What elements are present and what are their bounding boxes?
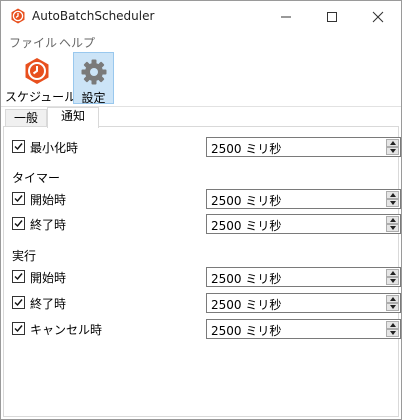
- close-button[interactable]: [355, 1, 401, 32]
- check-icon: [14, 299, 23, 307]
- minimize-duration-value[interactable]: 2500 ミリ秒: [211, 140, 281, 157]
- menu-help[interactable]: ヘルプ: [59, 34, 95, 51]
- spin-buttons: [386, 191, 399, 207]
- menu-bar: ファイル ヘルプ: [1, 32, 401, 51]
- check-icon: [14, 325, 23, 333]
- arrow-down-icon: [390, 279, 396, 283]
- exec-section-title: 実行: [12, 249, 37, 263]
- check-icon: [14, 220, 23, 228]
- clock-icon: [23, 57, 51, 85]
- tab-general[interactable]: 一般: [5, 109, 47, 127]
- spin-down-button[interactable]: [386, 199, 399, 207]
- arrow-down-icon: [390, 201, 396, 205]
- minimize-checkbox[interactable]: [12, 140, 25, 153]
- spin-down-button[interactable]: [386, 303, 399, 311]
- arrow-up-icon: [390, 323, 396, 327]
- arrow-down-icon: [390, 305, 396, 309]
- spin-down-button[interactable]: [386, 277, 399, 285]
- spin-up-button[interactable]: [386, 321, 399, 329]
- minimize-icon: [281, 16, 291, 18]
- window-title: AutoBatchScheduler: [32, 9, 155, 23]
- spin-buttons: [386, 139, 399, 155]
- minimize-button[interactable]: [263, 1, 309, 32]
- spin-up-button[interactable]: [386, 216, 399, 224]
- tab-strip: 一般 通知: [1, 107, 401, 128]
- exec-cancel-checkbox[interactable]: [12, 322, 25, 335]
- spin-up-button[interactable]: [386, 139, 399, 147]
- spin-down-button[interactable]: [386, 224, 399, 232]
- settings-button[interactable]: 設定: [73, 52, 114, 105]
- spin-buttons: [386, 295, 399, 311]
- timer-end-row: 終了時 2500 ミリ秒: [12, 214, 401, 234]
- timer-end-duration-value[interactable]: 2500 ミリ秒: [211, 217, 281, 234]
- gear-icon: [80, 58, 108, 86]
- spin-down-button[interactable]: [386, 329, 399, 337]
- exec-start-label: 開始時: [30, 271, 67, 285]
- arrow-down-icon: [390, 226, 396, 230]
- timer-start-duration-value[interactable]: 2500 ミリ秒: [211, 192, 281, 209]
- title-bar: AutoBatchScheduler: [1, 1, 401, 32]
- arrow-down-icon: [390, 149, 396, 153]
- timer-start-row: 開始時 2500 ミリ秒: [12, 189, 401, 209]
- close-icon: [372, 11, 384, 23]
- timer-section-title: タイマー: [12, 171, 61, 185]
- exec-end-row: 終了時 2500 ミリ秒: [12, 293, 401, 313]
- arrow-up-icon: [390, 193, 396, 197]
- maximize-icon: [327, 12, 337, 22]
- spin-up-button[interactable]: [386, 191, 399, 199]
- exec-end-label: 終了時: [30, 297, 67, 311]
- exec-cancel-row: キャンセル時 2500 ミリ秒: [12, 319, 401, 339]
- arrow-down-icon: [390, 331, 396, 335]
- timer-end-checkbox[interactable]: [12, 217, 25, 230]
- spin-buttons: [386, 269, 399, 285]
- arrow-up-icon: [390, 141, 396, 145]
- exec-start-duration-stepper[interactable]: 2500 ミリ秒: [206, 267, 401, 287]
- schedule-button[interactable]: スケジュール: [5, 52, 77, 104]
- minimize-row: 最小化時 2500 ミリ秒: [12, 137, 401, 157]
- exec-cancel-duration-stepper[interactable]: 2500 ミリ秒: [206, 319, 401, 339]
- timer-end-duration-stepper[interactable]: 2500 ミリ秒: [206, 214, 401, 234]
- timer-start-duration-stepper[interactable]: 2500 ミリ秒: [206, 189, 401, 209]
- exec-end-duration-stepper[interactable]: 2500 ミリ秒: [206, 293, 401, 313]
- spin-buttons: [386, 216, 399, 232]
- check-icon: [14, 143, 23, 151]
- timer-end-label: 終了時: [30, 218, 67, 232]
- menu-file[interactable]: ファイル: [9, 34, 57, 51]
- arrow-up-icon: [390, 271, 396, 275]
- exec-cancel-label: キャンセル時: [30, 323, 103, 337]
- exec-end-duration-value[interactable]: 2500 ミリ秒: [211, 296, 281, 313]
- schedule-label: スケジュール: [5, 90, 77, 104]
- app-window: AutoBatchScheduler ファイル ヘルプ スケジュール 設定 一般…: [0, 0, 402, 420]
- arrow-up-icon: [390, 218, 396, 222]
- exec-cancel-duration-value[interactable]: 2500 ミリ秒: [211, 322, 281, 339]
- timer-start-label: 開始時: [30, 193, 67, 207]
- spin-down-button[interactable]: [386, 147, 399, 155]
- arrow-up-icon: [390, 297, 396, 301]
- maximize-button[interactable]: [309, 1, 355, 32]
- app-clock-icon: [10, 8, 26, 24]
- check-icon: [14, 273, 23, 281]
- notify-panel: 最小化時 2500 ミリ秒 タイマー 開始時 2500 ミリ秒 終了時 2500…: [3, 126, 401, 417]
- timer-start-checkbox[interactable]: [12, 192, 25, 205]
- exec-end-checkbox[interactable]: [12, 296, 25, 309]
- check-icon: [14, 195, 23, 203]
- exec-start-duration-value[interactable]: 2500 ミリ秒: [211, 270, 281, 287]
- spin-buttons: [386, 321, 399, 337]
- spin-up-button[interactable]: [386, 269, 399, 277]
- spin-up-button[interactable]: [386, 295, 399, 303]
- settings-label: 設定: [81, 91, 106, 105]
- toolbar: スケジュール 設定: [1, 51, 401, 107]
- exec-start-row: 開始時 2500 ミリ秒: [12, 267, 401, 287]
- minimize-duration-stepper[interactable]: 2500 ミリ秒: [206, 137, 401, 157]
- exec-start-checkbox[interactable]: [12, 270, 25, 283]
- minimize-label: 最小化時: [30, 141, 79, 155]
- tab-notify[interactable]: 通知: [47, 107, 99, 128]
